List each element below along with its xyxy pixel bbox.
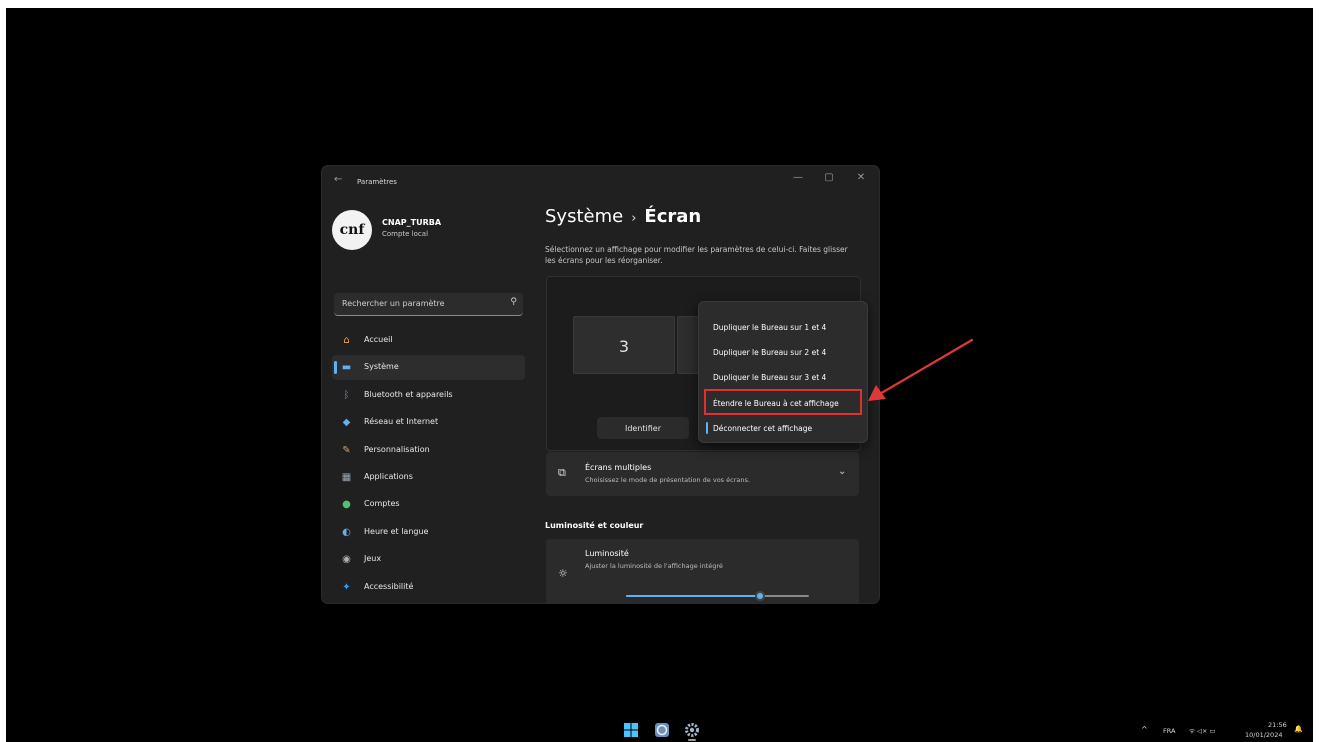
chevron-right-icon: ›: [631, 211, 637, 226]
account-type: Compte local: [382, 230, 429, 238]
selected-indicator: [706, 422, 708, 434]
close-button[interactable]: ✕: [851, 172, 871, 183]
brightness-subtitle: Ajuster la luminosité de l'affichage int…: [585, 562, 723, 570]
breadcrumb-parent[interactable]: Système: [545, 206, 623, 227]
sidebar-item-label: Accueil: [364, 335, 393, 344]
maximize-button[interactable]: ▢: [819, 172, 839, 183]
search-icon: ⚲: [510, 297, 517, 307]
sidebar-item-6[interactable]: ● Comptes: [332, 492, 525, 517]
page-description: Sélectionnez un affichage pour modifier …: [545, 245, 848, 265]
settings-icon[interactable]: [684, 722, 700, 741]
sidebar-item-0[interactable]: ⌂ Accueil: [332, 328, 525, 353]
active-indicator: [334, 361, 337, 375]
sidebar-item-label: Personnalisation: [364, 444, 430, 454]
language-indicator[interactable]: FRA: [1163, 727, 1175, 735]
sidebar-item-5[interactable]: ▦ Applications: [332, 465, 525, 490]
menu-item-duplicate-1-4[interactable]: Dupliquer le Bureau sur 1 et 4: [713, 323, 826, 332]
notification-bell-icon[interactable]: 🔔: [1294, 725, 1303, 733]
menu-item-duplicate-2-4[interactable]: Dupliquer le Bureau sur 2 et 4: [713, 348, 826, 357]
tray-overflow-chevron[interactable]: ^: [1141, 725, 1148, 734]
chevron-down-icon[interactable]: ⌄: [838, 466, 846, 477]
brightness-slider-thumb[interactable]: [754, 591, 765, 601]
sidebar-item-label: Accessibilité: [364, 581, 414, 591]
sidebar-item-8[interactable]: ◉ Jeux: [332, 547, 525, 572]
multiple-displays-subtitle: Choisissez le mode de présentation de vo…: [585, 476, 750, 484]
clock-time[interactable]: 21:56: [1268, 721, 1287, 729]
active-app-indicator: [688, 739, 696, 741]
display-icon: ▬: [341, 362, 352, 374]
back-arrow-icon[interactable]: ←: [334, 174, 342, 185]
multiple-displays-icon: ⧉: [558, 466, 566, 479]
apps-icon: ▦: [341, 472, 352, 483]
brightness-slider[interactable]: [626, 591, 809, 601]
sidebar-item-label: Réseau et Internet: [364, 417, 439, 427]
search-placeholder: Rechercher un paramètre: [342, 299, 445, 308]
sun-icon: ☼: [558, 567, 568, 580]
clock-globe-icon: ◐: [342, 526, 351, 538]
menu-item-duplicate-3-4[interactable]: Dupliquer le Bureau sur 3 et 4: [713, 373, 826, 382]
edge-icon[interactable]: [654, 722, 670, 738]
sidebar-item-3[interactable]: ◆ Réseau et Internet: [332, 410, 525, 435]
brightness-title: Luminosité: [585, 549, 629, 558]
sidebar-item-4[interactable]: ✎ Personnalisation: [332, 438, 525, 463]
search-input[interactable]: Rechercher un paramètre ⚲: [334, 293, 523, 316]
sidebar-item-9[interactable]: ✦ Accessibilité: [332, 575, 525, 600]
brightness-card: ☼ Luminosité Ajuster la luminosité de l'…: [546, 539, 859, 603]
sidebar-item-label: Heure et langue: [364, 526, 429, 536]
monitor-3[interactable]: 3: [573, 316, 675, 374]
multiple-displays-card[interactable]: ⧉ Écrans multiples Choisissez le mode de…: [546, 452, 859, 496]
controller-icon: ◉: [342, 554, 351, 566]
page-title: Écran: [644, 206, 702, 227]
sidebar-item-label: Système: [364, 362, 399, 372]
window-title: Paramètres: [357, 178, 397, 186]
sidebar-item-label: Applications: [364, 472, 413, 481]
identify-button[interactable]: Identifier: [597, 417, 689, 439]
user-name: CNAP_TURBA: [382, 218, 442, 227]
brightness-slider-fill: [626, 595, 760, 597]
sidebar-item-2[interactable]: ᛒ Bluetooth et appareils: [332, 383, 525, 408]
sidebar-item-1[interactable]: ▬ Système: [332, 355, 525, 381]
network-icon: ◆: [342, 417, 351, 429]
title-bar: ← Paramètres — ▢ ✕: [322, 166, 879, 198]
network-sound-battery-icons[interactable]: ᯤ ◁× ▭: [1189, 726, 1216, 735]
sidebar-item-label: Bluetooth et appareils: [364, 389, 453, 399]
sidebar-item-10[interactable]: ⛊Confidentialité et sécurité: [332, 602, 525, 603]
sidebar-item-7[interactable]: ◐ Heure et langue: [332, 520, 525, 545]
brush-icon: ✎: [342, 444, 351, 456]
bluetooth-icon: ᛒ: [343, 389, 350, 401]
accounts-icon: ●: [342, 499, 351, 511]
avatar[interactable]: cnf: [332, 210, 372, 250]
section-brightness-header: Luminosité et couleur: [545, 521, 644, 530]
menu-item-disconnect[interactable]: Déconnecter cet affichage: [713, 424, 812, 433]
sidebar-item-label: Comptes: [364, 499, 400, 509]
minimize-button[interactable]: —: [788, 172, 808, 183]
annotation-highlight-box: [704, 389, 862, 415]
clock-date[interactable]: 10/01/2024: [1245, 731, 1282, 739]
sidebar-item-label: Jeux: [364, 554, 382, 564]
multiple-displays-title: Écrans multiples: [585, 463, 652, 472]
accessibility-icon: ✦: [342, 581, 351, 593]
start-icon[interactable]: [623, 722, 639, 738]
monitor-number: 3: [618, 337, 630, 356]
display-options-menu: Dupliquer le Bureau sur 1 et 4 Dupliquer…: [698, 301, 868, 443]
breadcrumb: Système › Écran: [545, 206, 701, 227]
sidebar: cnf CNAP_TURBA Compte local Rechercher u…: [322, 198, 532, 603]
home-icon: ⌂: [343, 335, 350, 346]
annotation-arrow-icon: [868, 338, 974, 401]
